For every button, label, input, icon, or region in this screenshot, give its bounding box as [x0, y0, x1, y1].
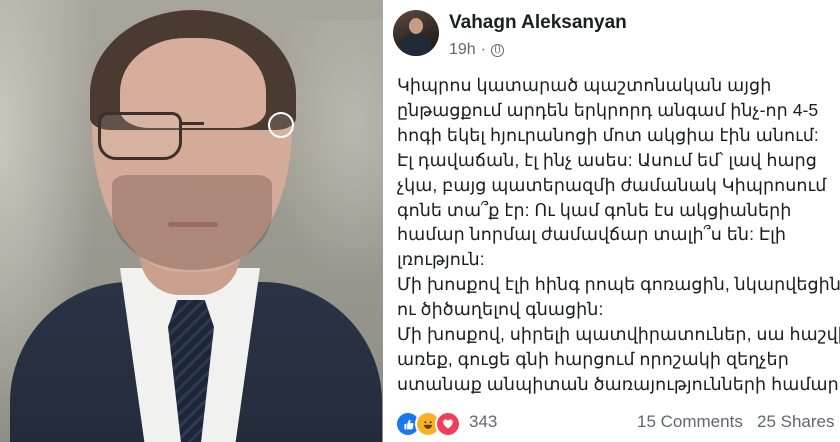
post-line: չկա, բայց պատերազմի ժամանակ Կիպրոսում [397, 174, 827, 195]
post-line: հոգի եկել հյուրանոցի մոտ ակցիա էին անում… [397, 124, 819, 145]
globe-icon [491, 43, 505, 57]
love-icon [435, 411, 461, 437]
reaction-count[interactable]: 343 [469, 412, 497, 432]
post-line: առեք, գուցե գնի հարցում որոշակի զեղչեր [397, 348, 789, 369]
author-avatar[interactable] [393, 10, 439, 56]
post-line: Կիպրոս կատարած պաշտոնական այցի [397, 75, 772, 95]
post-line: գոնե տա՞ք էր: Ու կամ գոնե էս ակցիաների [397, 199, 792, 220]
post-time[interactable]: 19h [449, 41, 476, 59]
post-line: Մի խոսքով, սիրելի պատվիրատուներ, սա հաշվ… [397, 324, 840, 345]
shares-link[interactable]: 25 Shares [757, 412, 835, 432]
post-meta: 19h · [449, 41, 505, 59]
post-line: ստանաք անպիտան ծառայությունների համար: [397, 373, 840, 394]
post-line: ընթացքում արդեն երկրորդ անգամ ինչ-որ 4-5 [397, 99, 819, 120]
author-name[interactable]: Vahagn Aleksanyan [449, 12, 627, 34]
portrait-photo [0, 0, 383, 442]
comments-link[interactable]: 15 Comments [637, 412, 743, 432]
post-line: լռություն: [397, 249, 485, 270]
reactions-summary[interactable] [395, 411, 461, 437]
post-footer: 343 15 Comments 25 Shares [383, 408, 840, 438]
post-body: Կիպրոս կատարած պաշտոնական այցի ընթացքում… [397, 73, 840, 397]
post-line: Մի խոսքով էլի հինգ րոպե գոռացին, նկարվեց… [397, 274, 840, 295]
post-line: ու ծիծաղելով գնացին: [397, 299, 604, 320]
facebook-post: Vahagn Aleksanyan 19h · Կիպրոս կատարած պ… [383, 0, 840, 442]
post-line: Էլ դավաճան, էլ ինչ ասես: Ասում եմ՝ լավ հ… [397, 149, 817, 170]
post-line: համար նորմալ ժամավճար տալի՞ս են: Էլի [397, 224, 787, 245]
dot-separator: · [480, 41, 487, 58]
